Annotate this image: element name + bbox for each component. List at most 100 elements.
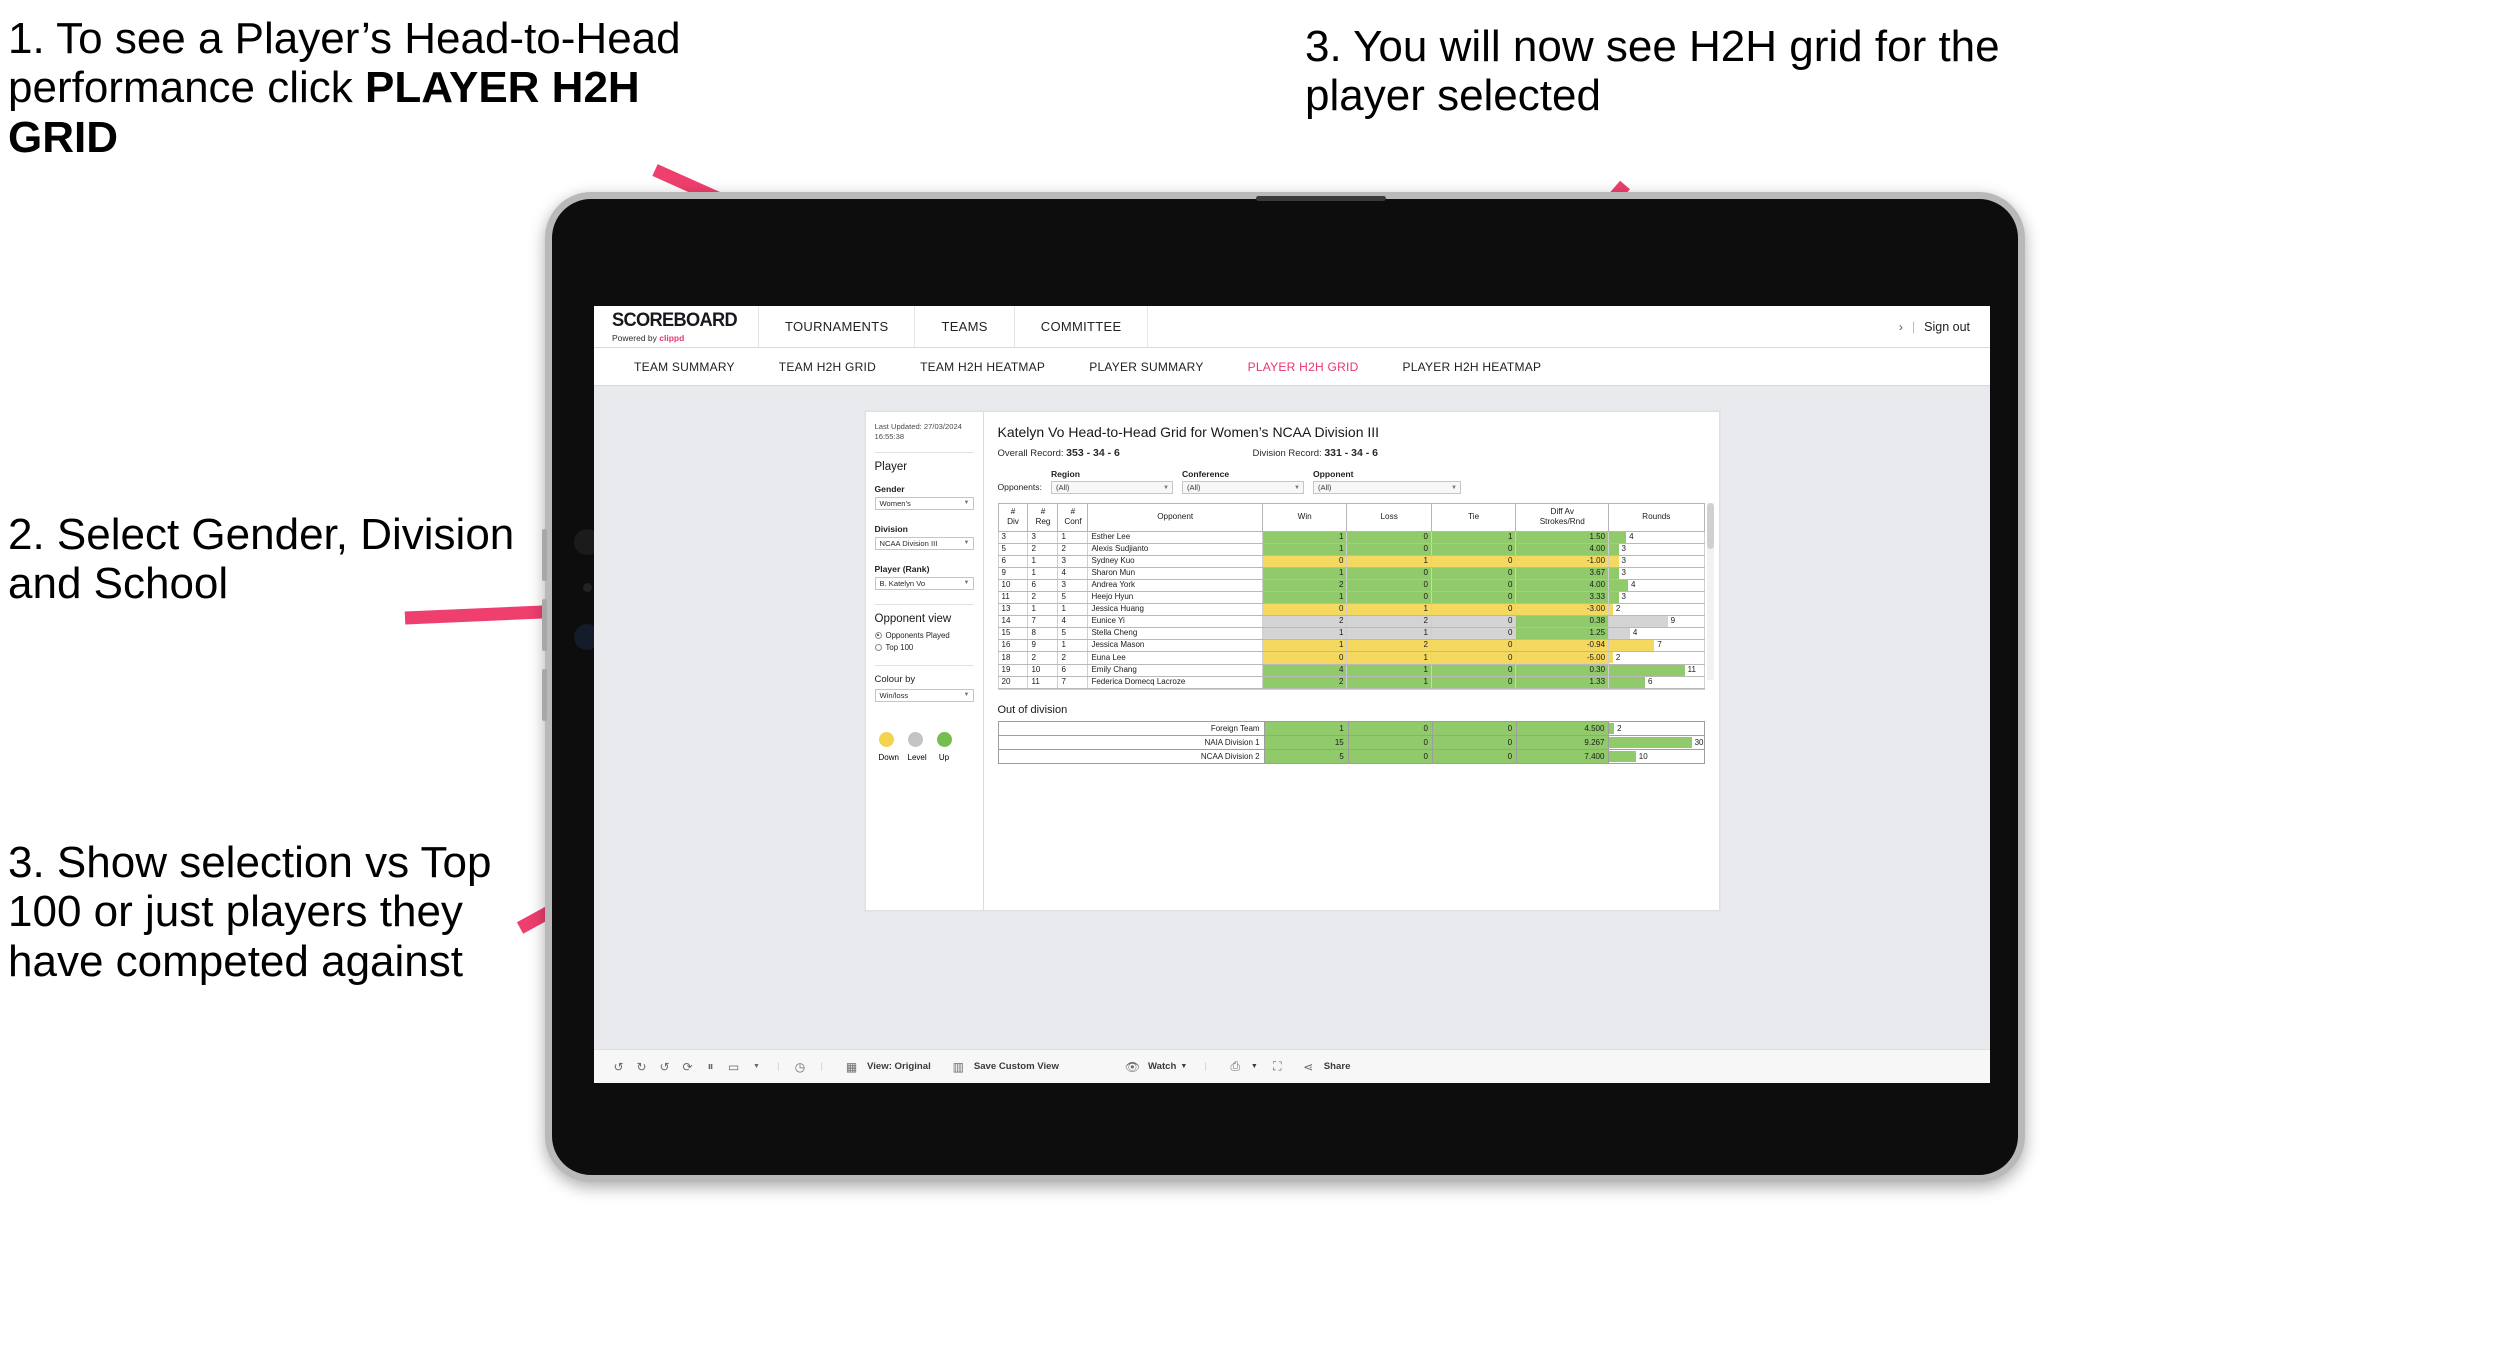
player-rank-select[interactable]: B. Katelyn Vo ▼ [874,576,974,590]
tab-team-h2h-grid[interactable]: TEAM H2H GRID [757,360,898,374]
out-of-division-row[interactable]: NAIA Division 1 15 0 0 9.267 30 [997,734,1705,750]
region-select[interactable]: (All) ▼ [1050,481,1173,494]
cell-rounds: 9 [1608,615,1705,629]
chevron-down-icon: ▼ [1250,1063,1258,1070]
divider [874,451,974,453]
radio-opponents-played[interactable]: Opponents Played [874,631,974,640]
cell-rounds: 4 [1608,627,1705,641]
cell-ood-name: NAIA Division 1 [997,734,1265,750]
chevron-down-icon[interactable]: ▼ [745,1063,768,1070]
download-button[interactable]: ⎙ ▼ [1216,1059,1266,1074]
revert-icon[interactable]: ↺ [653,1060,676,1074]
cell-loss: 0 [1346,531,1432,544]
cell-div: 5 [997,543,1029,556]
cell-rounds: 2 [1608,651,1705,665]
cell-div: 15 [997,627,1029,641]
table-row[interactable]: 18 2 2 Euna Lee 0 1 0 -5.00 2 [997,651,1705,665]
cell-div: 14 [997,615,1029,629]
view-label: View: Original [867,1061,931,1072]
sign-out-area: › | Sign out [1899,306,1990,347]
gender-select[interactable]: Women's ▼ [874,496,974,510]
cell-ood-loss: 0 [1347,734,1433,750]
cell-win: 1 [1261,627,1348,641]
refresh-data-icon[interactable]: ⟳ [676,1060,699,1074]
cell-diff: 3.67 [1515,567,1610,580]
watch-button[interactable]: 👁 Watch ▼ [1113,1060,1195,1074]
out-of-division-row[interactable]: NCAA Division 2 5 0 0 7.400 10 [997,748,1705,764]
cell-tie: 0 [1430,627,1517,641]
col-rounds: Rounds [1608,503,1705,532]
cell-conf: 5 [1057,591,1089,605]
save-custom-view-button[interactable]: ▥ Save Custom View [939,1060,1067,1074]
pause-updates-icon[interactable]: ⏸ [699,1059,722,1074]
cell-opponent: Alexis Sudjianto [1087,543,1263,556]
fullscreen-icon[interactable]: ⛶ [1266,1059,1289,1074]
conference-select[interactable]: (All) ▼ [1181,481,1304,494]
table-row[interactable]: 11 2 5 Heejo Hyun 1 0 0 3.33 3 [997,591,1705,605]
cell-loss: 0 [1346,543,1432,556]
table-row[interactable]: 5 2 2 Alexis Sudjianto 1 0 0 4.00 3 [997,543,1705,556]
view-original-button[interactable]: ▦ View: Original [832,1060,939,1074]
redo-icon[interactable]: ↻ [630,1060,653,1074]
cell-div: 18 [997,651,1029,665]
table-row[interactable]: 16 9 1 Jessica Mason 1 2 0 -0.94 7 [997,639,1705,653]
table-row[interactable]: 19 10 6 Emily Chang 4 1 0 0.30 11 [997,664,1705,677]
sign-out-link[interactable]: Sign out [1924,320,1970,334]
out-of-division-body: Foreign Team 1 0 0 4.500 2 NAIA Division 1 15 0 0… [997,720,1705,764]
tab-player-summary[interactable]: PLAYER SUMMARY [1067,360,1225,374]
chevron-down-icon: ▼ [963,692,970,698]
player-section-heading: Player [874,460,908,473]
cell-ood-rounds: 2 [1608,720,1705,736]
undo-icon[interactable]: ↺ [607,1060,630,1074]
legend-label-level: Level [907,752,927,762]
tab-team-summary[interactable]: TEAM SUMMARY [612,360,757,374]
table-row[interactable]: 14 7 4 Eunice Yi 2 2 0 0.38 9 [997,615,1705,629]
cell-conf: 2 [1057,651,1089,665]
table-row[interactable]: 13 1 1 Jessica Huang 0 1 0 -3.00 2 [997,603,1705,617]
colour-by-select[interactable]: Win/loss ▼ [874,688,974,702]
division-select[interactable]: NCAA Division III ▼ [874,536,974,550]
app-logo[interactable]: SCOREBOARD Powered by clippd [594,306,759,347]
tab-team-h2h-heatmap[interactable]: TEAM H2H HEATMAP [898,360,1067,374]
cell-diff: 1.25 [1515,627,1610,641]
out-of-division-row[interactable]: Foreign Team 1 0 0 4.500 2 [997,720,1705,736]
division-value: NCAA Division III [879,538,938,548]
table-row[interactable]: 6 1 3 Sydney Kuo 0 1 0 -1.00 3 [997,555,1705,568]
table-row[interactable]: 20 11 7 Federica Domecq Lacroze 2 1 0 1.33 6 [997,676,1705,689]
top-menu-tournaments[interactable]: TOURNAMENTS [759,306,916,347]
table-row[interactable]: 15 8 5 Stella Cheng 1 1 0 1.25 4 [997,627,1705,641]
top-menu-teams[interactable]: TEAMS [915,306,1015,347]
table-row[interactable]: 3 3 1 Esther Lee 1 0 1 1.50 4 [997,531,1705,544]
opponent-label: Opponent [1312,469,1354,479]
cell-ood-name: NCAA Division 2 [997,748,1265,764]
chevron-down-icon: ▼ [1180,1063,1188,1070]
table-scrollbar-thumb[interactable] [1706,503,1714,549]
out-of-division-title: Out of division [997,703,1068,716]
chevron-down-icon: ▼ [1293,484,1300,491]
cell-div: 13 [997,603,1029,617]
table-row[interactable]: 9 1 4 Sharon Mun 1 0 0 3.67 3 [997,567,1705,580]
table-row[interactable]: 10 6 3 Andrea York 2 0 0 4.00 4 [997,579,1705,592]
cell-div: 6 [997,555,1029,568]
cell-win: 1 [1261,639,1348,653]
cell-win: 1 [1261,543,1348,556]
cell-conf: 1 [1057,639,1089,653]
cell-ood-name: Foreign Team [997,720,1265,736]
radio-top-100[interactable]: Top 100 [874,643,974,652]
share-button[interactable]: ⋖ Share [1289,1060,1359,1074]
h2h-table-head: # Div # Reg # Conf Opponent Win Loss Tie Di… [997,503,1705,532]
highlight-icon[interactable]: ▭ [722,1060,745,1074]
cell-ood-diff: 9.267 [1516,734,1610,750]
alerts-icon[interactable]: ◷ [789,1060,812,1074]
cell-win: 0 [1261,555,1348,568]
tab-player-h2h-heatmap[interactable]: PLAYER H2H HEATMAP [1381,360,1564,374]
col-conf: # Conf [1057,503,1089,532]
h2h-main-panel: Katelyn Vo Head-to-Head Grid for Women’s… [984,412,1719,910]
opponent-select[interactable]: (All) ▼ [1312,481,1461,494]
chevron-right-icon[interactable]: › [1899,320,1903,334]
cell-div: 19 [997,664,1029,677]
top-menu-committee[interactable]: COMMITTEE [1015,306,1149,347]
tab-player-h2h-grid[interactable]: PLAYER H2H GRID [1226,360,1381,374]
logo-powered-by: Powered by [612,333,660,343]
cell-win: 4 [1261,664,1348,677]
